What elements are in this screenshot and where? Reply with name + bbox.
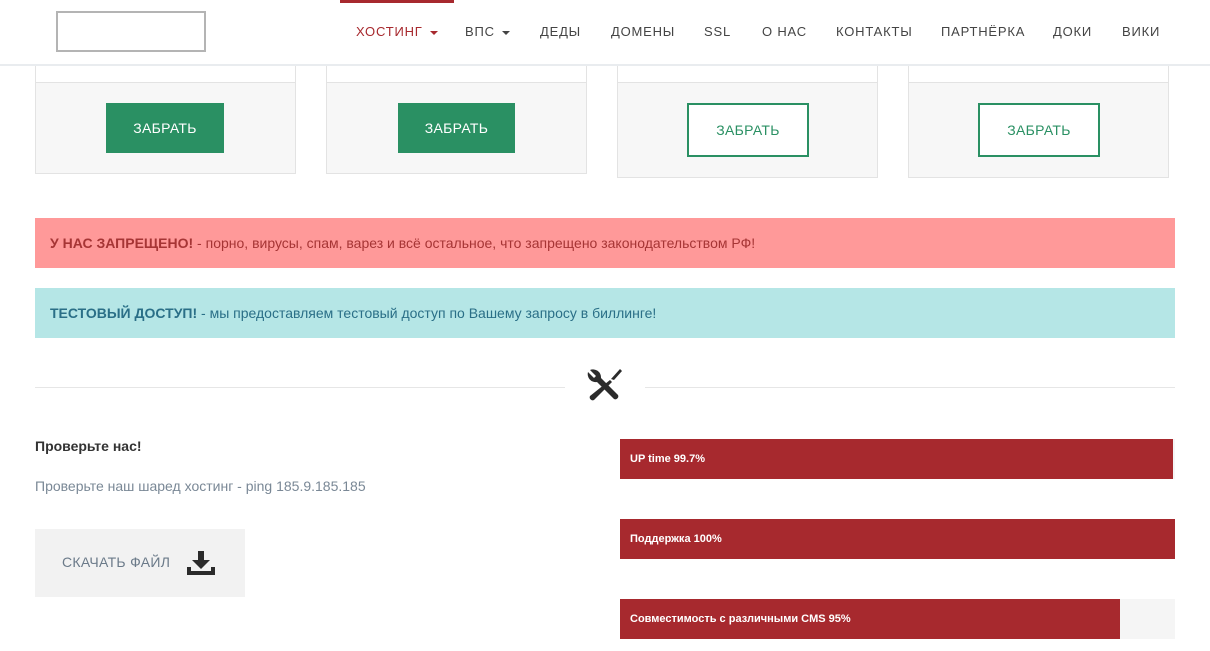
plan-card-2-footer: ЗАБРАТЬ <box>326 82 587 174</box>
check-text: Проверьте наш шаред хостинг - ping 185.9… <box>35 478 366 494</box>
navbar: ХОСТИНГ ВПС ДЕДЫ ДОМЕНЫ SSL О НАС КОНТАК… <box>0 0 1210 66</box>
check-title: Проверьте нас! <box>35 438 142 454</box>
nav-item-domains[interactable]: ДОМЕНЫ <box>611 0 675 64</box>
take-plan-button[interactable]: ЗАБРАТЬ <box>398 103 515 153</box>
uptime-progress: UP time 99.7% <box>620 439 1175 479</box>
nav-label: ВИКИ <box>1122 24 1161 39</box>
alert-text: - мы предоставляем тестовый доступ по Ва… <box>197 305 657 321</box>
plan-card-2-body <box>326 64 587 82</box>
nav-label: SSL <box>704 24 731 39</box>
nav-item-dedicated[interactable]: ДЕДЫ <box>540 0 581 64</box>
support-progress: Поддержка 100% <box>620 519 1175 559</box>
caret-down-icon <box>429 30 438 35</box>
download-label: СКАЧАТЬ ФАЙЛ <box>62 554 171 570</box>
download-file-button[interactable]: СКАЧАТЬ ФАЙЛ <box>35 529 245 597</box>
nav-label: КОНТАКТЫ <box>836 24 913 39</box>
nav-item-wiki[interactable]: ВИКИ <box>1122 0 1160 64</box>
progress-label: Поддержка 100% <box>630 533 722 545</box>
alert-title: ТЕСТОВЫЙ ДОСТУП! <box>50 305 198 321</box>
nav-label: ДОКИ <box>1053 24 1093 39</box>
plan-card-4-footer: ЗАБРАТЬ <box>908 82 1169 178</box>
nav-item-ssl[interactable]: SSL <box>704 0 731 64</box>
nav-item-docs[interactable]: ДОКИ <box>1053 0 1092 64</box>
nav-item-hosting[interactable]: ХОСТИНГ <box>340 0 454 64</box>
logo[interactable] <box>56 11 206 52</box>
divider-left <box>35 387 565 388</box>
progress-label: Совместимость с различными CMS 95% <box>630 613 851 625</box>
cms-compat-progress: Совместимость с различными CMS 95% <box>620 599 1175 639</box>
alert-text: - порно, вирусы, спам, варез и всё остал… <box>193 235 756 251</box>
nav-label: О НАС <box>762 24 807 39</box>
nav-label: ДОМЕНЫ <box>611 24 676 39</box>
nav-label: ПАРТНЁРКА <box>941 24 1026 39</box>
nav-item-contacts[interactable]: КОНТАКТЫ <box>836 0 913 64</box>
take-plan-button[interactable]: ЗАБРАТЬ <box>687 103 809 157</box>
nav-item-partner[interactable]: ПАРТНЁРКА <box>941 0 1025 64</box>
plan-card-3-body <box>617 64 878 82</box>
download-icon <box>187 551 215 575</box>
nav-label: ВПС <box>465 24 495 39</box>
plan-card-3-footer: ЗАБРАТЬ <box>617 82 878 178</box>
plan-card-4-body <box>908 64 1169 82</box>
alert-title: У НАС ЗАПРЕЩЕНО! <box>50 235 194 251</box>
nav-label: ХОСТИНГ <box>356 24 423 39</box>
plan-card-1-footer: ЗАБРАТЬ <box>35 82 296 174</box>
nav-item-about[interactable]: О НАС <box>762 0 807 64</box>
progress-label: UP time 99.7% <box>630 453 706 465</box>
take-plan-button[interactable]: ЗАБРАТЬ <box>978 103 1100 157</box>
tools-icon <box>587 369 622 401</box>
nav-item-vps[interactable]: ВПС <box>465 0 510 64</box>
test-access-alert: ТЕСТОВЫЙ ДОСТУП! - мы предоставляем тест… <box>35 288 1175 338</box>
divider-right <box>645 387 1175 388</box>
caret-down-icon <box>501 30 510 35</box>
forbidden-alert: У НАС ЗАПРЕЩЕНО! - порно, вирусы, спам, … <box>35 218 1175 268</box>
nav-label: ДЕДЫ <box>540 24 581 39</box>
take-plan-button[interactable]: ЗАБРАТЬ <box>106 103 224 153</box>
plan-card-1-body <box>35 64 296 82</box>
